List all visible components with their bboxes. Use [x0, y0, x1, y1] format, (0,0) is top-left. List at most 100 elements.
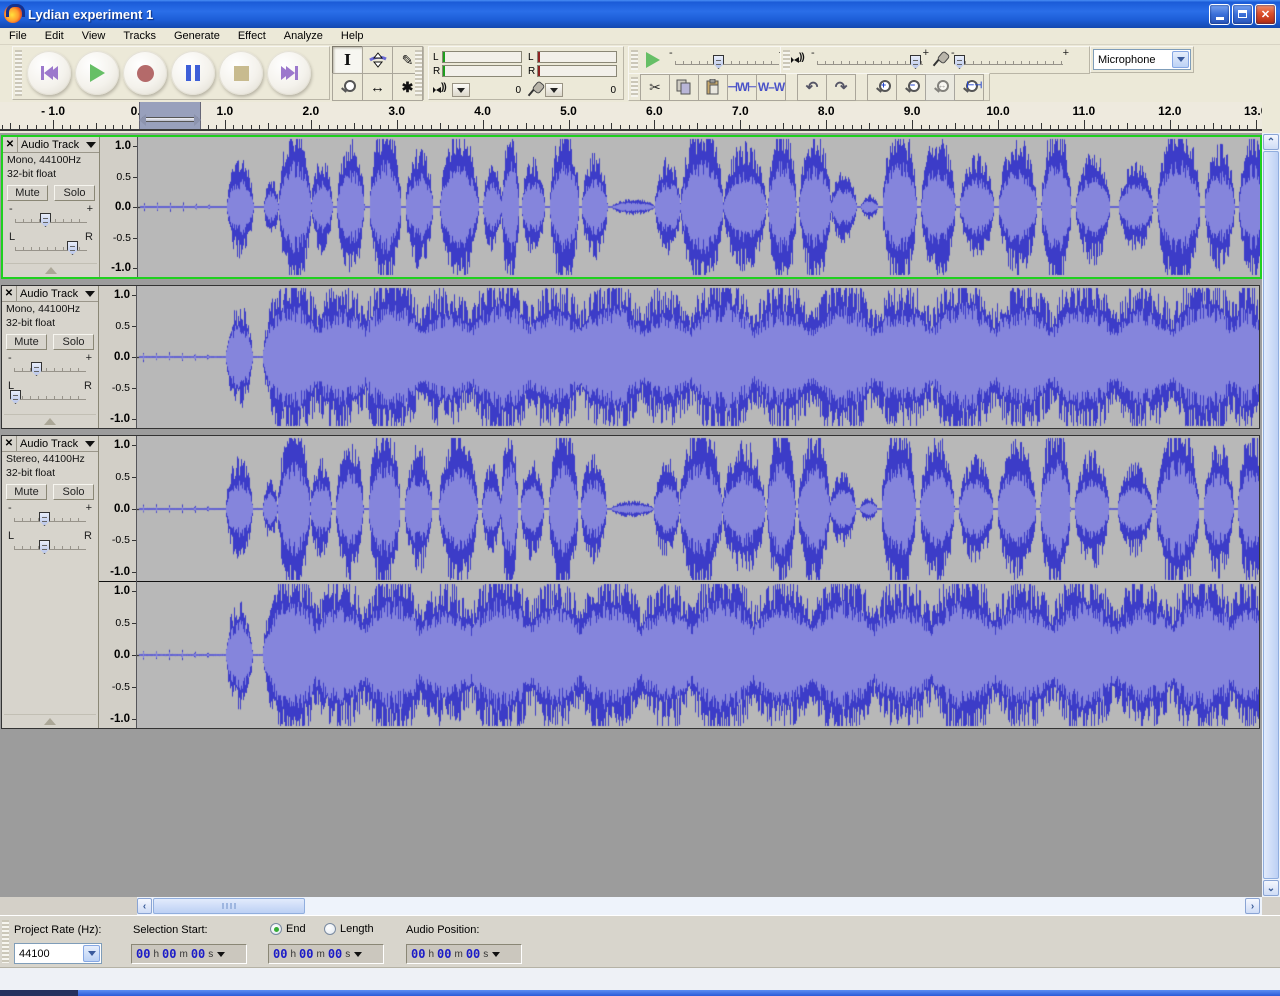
track-collapse-button[interactable] [5, 263, 97, 276]
track-close-button[interactable]: ✕ [3, 137, 18, 152]
counter-dropdown-icon[interactable] [354, 952, 362, 957]
restore-button[interactable] [1232, 4, 1253, 25]
gain-slider[interactable]: - + [8, 504, 92, 528]
track-menu-button[interactable]: Audio Track [17, 436, 98, 451]
track-menu-button[interactable]: Audio Track [17, 286, 98, 301]
mute-button[interactable]: Mute [6, 484, 47, 500]
track-close-button[interactable]: ✕ [2, 436, 17, 451]
input-volume-thumb[interactable] [954, 55, 965, 69]
track-collapse-button[interactable] [4, 714, 96, 727]
waveform-canvas[interactable] [137, 436, 1259, 581]
scroll-right-button[interactable]: › [1245, 898, 1260, 914]
stop-button[interactable] [219, 51, 263, 95]
menu-analyze[interactable]: Analyze [275, 29, 332, 43]
solo-button[interactable]: Solo [53, 334, 94, 350]
toolbar-grip[interactable] [783, 50, 790, 70]
mute-button[interactable]: Mute [6, 334, 47, 350]
menu-edit[interactable]: Edit [36, 29, 73, 43]
menu-effect[interactable]: Effect [229, 29, 275, 43]
gain-thumb[interactable] [39, 512, 50, 526]
gain-slider[interactable]: - + [8, 354, 92, 378]
vertical-ruler-channel[interactable]: 1.00.50.0-0.5-1.0 [100, 137, 137, 277]
pan-slider[interactable]: L R [8, 382, 92, 406]
waveform-canvas[interactable] [137, 582, 1259, 728]
toolbar-grip[interactable] [631, 77, 638, 97]
toolbar-grip[interactable] [15, 50, 22, 96]
recording-meter[interactable]: L R 0 [528, 50, 618, 99]
mute-button[interactable]: Mute [7, 185, 48, 201]
toolbar-grip[interactable] [415, 50, 422, 96]
title-bar[interactable]: Lydian experiment 1 ✕ [0, 0, 1280, 28]
waveform-display[interactable] [137, 286, 1259, 428]
pan-thumb[interactable] [39, 540, 50, 554]
minimize-button[interactable] [1209, 4, 1230, 25]
zoom-in-button[interactable]: + [867, 74, 897, 101]
redo-button[interactable]: ↷ [826, 74, 856, 101]
output-volume-slider[interactable]: - + [811, 49, 929, 71]
output-volume-thumb[interactable] [910, 55, 921, 69]
pan-slider[interactable]: L R [9, 233, 93, 257]
pan-thumb[interactable] [67, 241, 78, 255]
gain-thumb[interactable] [40, 213, 51, 227]
solo-button[interactable]: Solo [53, 484, 94, 500]
menu-generate[interactable]: Generate [165, 29, 229, 43]
toolbar-grip[interactable] [2, 920, 9, 963]
skip-to-start-button[interactable] [27, 51, 71, 95]
waveform-canvas[interactable] [137, 286, 1259, 428]
track-menu-button[interactable]: Audio Track [18, 137, 99, 152]
gain-thumb[interactable] [31, 362, 42, 376]
track-area[interactable]: ✕ Audio Track Mono, 44100Hz 32-bit float… [0, 133, 1262, 897]
menu-view[interactable]: View [73, 29, 115, 43]
solo-button[interactable]: Solo [54, 185, 95, 201]
zoom-out-button[interactable]: − [896, 74, 926, 101]
play-at-speed-button[interactable] [641, 49, 665, 71]
vertical-ruler[interactable]: 1.00.50.0-0.5-1.01.00.50.0-0.5-1.0 [99, 436, 137, 728]
pause-button[interactable] [171, 51, 215, 95]
timeshift-tool-button[interactable]: ↔ [362, 73, 393, 101]
gain-slider[interactable]: - + [9, 205, 93, 229]
horizontal-scrollbar[interactable]: ‹ › [137, 897, 1262, 915]
skip-to-end-button[interactable] [267, 51, 311, 95]
input-volume-slider[interactable]: - + [951, 49, 1069, 71]
counter-dropdown-icon[interactable] [492, 952, 500, 957]
playback-meter-menu-button[interactable] [452, 83, 470, 97]
play-button[interactable] [75, 51, 119, 95]
menu-tracks[interactable]: Tracks [114, 29, 165, 43]
audio-position-counter[interactable]: 00h00m00s [406, 944, 522, 964]
ruler-selection-region[interactable] [139, 102, 201, 129]
scroll-left-button[interactable]: ‹ [137, 898, 152, 914]
selection-end-counter[interactable]: 00h00m00s [268, 944, 384, 964]
scroll-up-button[interactable]: ⌃ [1263, 134, 1279, 150]
length-radio[interactable]: Length [324, 923, 374, 935]
waveform-display[interactable] [138, 137, 1260, 277]
end-radio[interactable]: End [270, 923, 306, 935]
counter-dropdown-icon[interactable] [217, 952, 225, 957]
toolbar-grip[interactable] [631, 50, 638, 70]
menu-help[interactable]: Help [332, 29, 373, 43]
input-device-combo[interactable]: Microphone [1093, 49, 1191, 70]
timeline-ruler[interactable]: - 1.00.01.02.03.04.05.06.07.08.09.010.01… [0, 102, 1262, 131]
waveform-display[interactable] [137, 436, 1259, 728]
trim-button[interactable]: ⊣W⊢ [727, 74, 757, 101]
playback-speed-thumb[interactable] [713, 55, 724, 69]
scroll-down-button[interactable]: ⌄ [1263, 880, 1279, 896]
recording-meter-menu-button[interactable] [545, 83, 563, 97]
vertical-ruler-channel[interactable]: 1.00.50.0-0.5-1.0 [99, 582, 136, 728]
fit-project-button[interactable]: ⊢⊣ [954, 74, 984, 101]
menu-file[interactable]: File [0, 29, 36, 43]
pan-slider[interactable]: L R [8, 532, 92, 556]
horizontal-scroll-thumb[interactable] [153, 898, 305, 914]
waveform-canvas[interactable] [138, 137, 1260, 277]
silence-button[interactable]: W–W [756, 74, 786, 101]
vertical-ruler-channel[interactable]: 1.00.50.0-0.5-1.0 [99, 436, 136, 581]
paste-button[interactable] [698, 74, 728, 101]
zoom-tool-button[interactable] [332, 73, 363, 101]
vertical-ruler-channel[interactable]: 1.00.50.0-0.5-1.0 [99, 286, 136, 428]
vertical-ruler[interactable]: 1.00.50.0-0.5-1.0 [100, 137, 138, 277]
project-rate-combo[interactable]: 44100 [14, 943, 102, 964]
close-button[interactable]: ✕ [1255, 4, 1276, 25]
track-collapse-button[interactable] [4, 414, 96, 427]
vertical-scroll-thumb[interactable] [1263, 151, 1279, 879]
record-button[interactable] [123, 51, 167, 95]
vertical-scrollbar[interactable]: ⌃ ⌄ [1262, 133, 1280, 897]
